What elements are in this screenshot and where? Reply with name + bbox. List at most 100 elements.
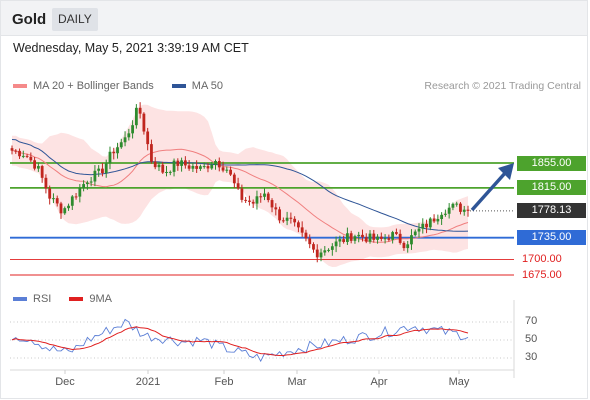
candle-body (131, 125, 134, 134)
level-tag-resistance: 1815.00 (517, 180, 586, 196)
candle-body (55, 198, 59, 204)
candle-body (410, 235, 413, 245)
price-chart (10, 102, 515, 378)
candle-body (383, 238, 387, 240)
candle-body (304, 232, 308, 239)
x-tick-label: May (448, 376, 470, 388)
candle-body (413, 231, 417, 236)
x-tick-label: Apr (370, 376, 388, 388)
rsi-ma9-line (11, 326, 469, 356)
candle-body (183, 160, 187, 166)
forecast-arrow-shaft (470, 170, 508, 212)
level-tag-last: 1778.13 (517, 203, 586, 219)
ma9-swatch (69, 297, 84, 301)
candle-body (127, 133, 131, 138)
candle-body (436, 219, 440, 222)
candle-body (25, 155, 29, 157)
candle-body (82, 184, 86, 188)
candle-body (59, 203, 63, 214)
candle-body (78, 187, 82, 197)
candle-body (187, 165, 191, 169)
candle-body (251, 201, 255, 204)
candle-body (240, 188, 244, 200)
candle-body (93, 170, 97, 182)
candle-body (74, 196, 78, 198)
candle-body (244, 199, 248, 201)
candle-body (278, 209, 281, 221)
rsi-tick-label: 30 (525, 351, 538, 363)
candle-body (14, 150, 18, 152)
candle-body (368, 233, 372, 242)
candle-body (334, 241, 338, 247)
candle-body (168, 171, 172, 173)
candle-body (236, 183, 240, 189)
candle-body (421, 223, 425, 229)
candle-body (67, 205, 70, 209)
candle-body (300, 227, 304, 233)
candle-body (394, 232, 398, 234)
candle-body (443, 213, 447, 215)
candle-body (176, 160, 180, 166)
candle-body (180, 160, 183, 166)
level-tag-support: 1700.00 (522, 252, 562, 265)
candle-body (297, 222, 300, 228)
candle-body (165, 171, 168, 173)
candle-body (44, 177, 48, 189)
candle-body (462, 209, 466, 212)
candle-body (202, 166, 206, 168)
candle-body (440, 214, 444, 220)
candle-body (387, 238, 391, 240)
candle-body (402, 242, 406, 249)
candle-body (52, 198, 55, 200)
rsi-tick-label: 50 (525, 333, 538, 345)
candle-body (285, 217, 289, 221)
candle-body (97, 168, 101, 171)
candle-body (346, 233, 349, 242)
candle-body (293, 218, 297, 223)
x-tick-label: Dec (55, 376, 75, 388)
candle-body (281, 220, 285, 222)
candle-body (108, 151, 112, 164)
candle-body (225, 169, 229, 171)
candle-body (40, 166, 44, 178)
level-tag-resistance: 1855.00 (517, 155, 586, 171)
candle-body (221, 167, 225, 171)
candle-body (417, 228, 421, 232)
candle-body (138, 107, 142, 114)
candle-body (398, 233, 402, 243)
candle-body (353, 236, 357, 241)
candle-body (195, 165, 199, 169)
candle-body (116, 147, 119, 154)
candle-body (406, 244, 410, 249)
candle-body (361, 234, 364, 238)
rsi-swatch (13, 297, 27, 301)
candle-body (142, 113, 146, 132)
candle-body (451, 203, 455, 208)
candle-body (63, 208, 67, 214)
candle-body (323, 250, 327, 253)
candle-body (89, 181, 93, 183)
candle-body (217, 161, 221, 168)
indicator-legend: RSI 9MA (13, 293, 130, 305)
candle-body (232, 174, 236, 184)
candle-body (342, 239, 346, 242)
candle-body (327, 249, 330, 251)
candle-body (379, 236, 383, 239)
candle-body (338, 239, 342, 242)
candle-body (229, 169, 232, 175)
candle-body (10, 148, 14, 151)
ma9-legend-label: 9MA (89, 293, 112, 305)
candle-body (123, 137, 127, 143)
candle-body (206, 166, 210, 169)
candle-body (391, 232, 395, 240)
candle-body (112, 151, 116, 154)
candle-body (308, 238, 312, 245)
candle-body (18, 150, 21, 157)
candle-body (104, 163, 108, 174)
candle-body (447, 207, 451, 214)
candle-body (150, 144, 153, 162)
candle-body (376, 236, 379, 240)
rsi-legend-label: RSI (33, 293, 52, 305)
candle-body (29, 156, 33, 161)
candle-body (146, 131, 150, 145)
